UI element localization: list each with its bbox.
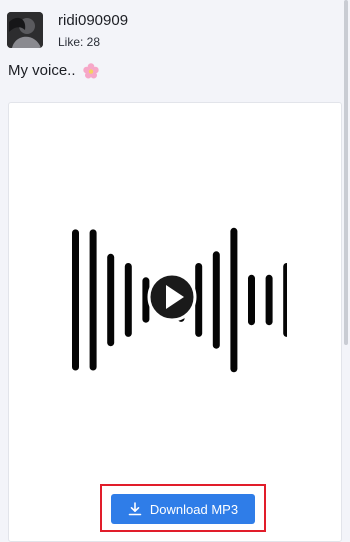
waveform-bar — [265, 274, 273, 326]
avatar-image — [7, 12, 43, 48]
waveform-bar — [72, 229, 79, 371]
play-button[interactable] — [146, 271, 198, 323]
username[interactable]: ridi090909 — [58, 12, 128, 30]
waveform-bar — [283, 263, 287, 337]
flower-icon — [82, 62, 100, 80]
waveform-bar — [230, 227, 238, 373]
scrollbar[interactable] — [344, 0, 348, 538]
caption-text: My voice.. — [8, 62, 76, 79]
waveform-bar — [248, 274, 255, 326]
waveform-bar — [212, 251, 220, 349]
download-label: Download MP3 — [149, 501, 239, 517]
avatar[interactable] — [7, 12, 43, 48]
waveform-bar — [107, 253, 115, 347]
scrollbar-thumb[interactable] — [344, 0, 348, 345]
play-icon — [147, 272, 197, 322]
waveform-bar — [89, 229, 97, 371]
like-count: Like: 28 — [58, 35, 101, 49]
post-caption: My voice.. — [8, 60, 100, 82]
download-mp3-button[interactable]: Download MP3 — [111, 494, 255, 524]
download-icon — [128, 502, 142, 516]
audio-card: Download MP3 — [8, 102, 342, 542]
post-header: ridi090909 Like: 28 — [0, 0, 350, 56]
waveform-bar — [124, 263, 132, 337]
